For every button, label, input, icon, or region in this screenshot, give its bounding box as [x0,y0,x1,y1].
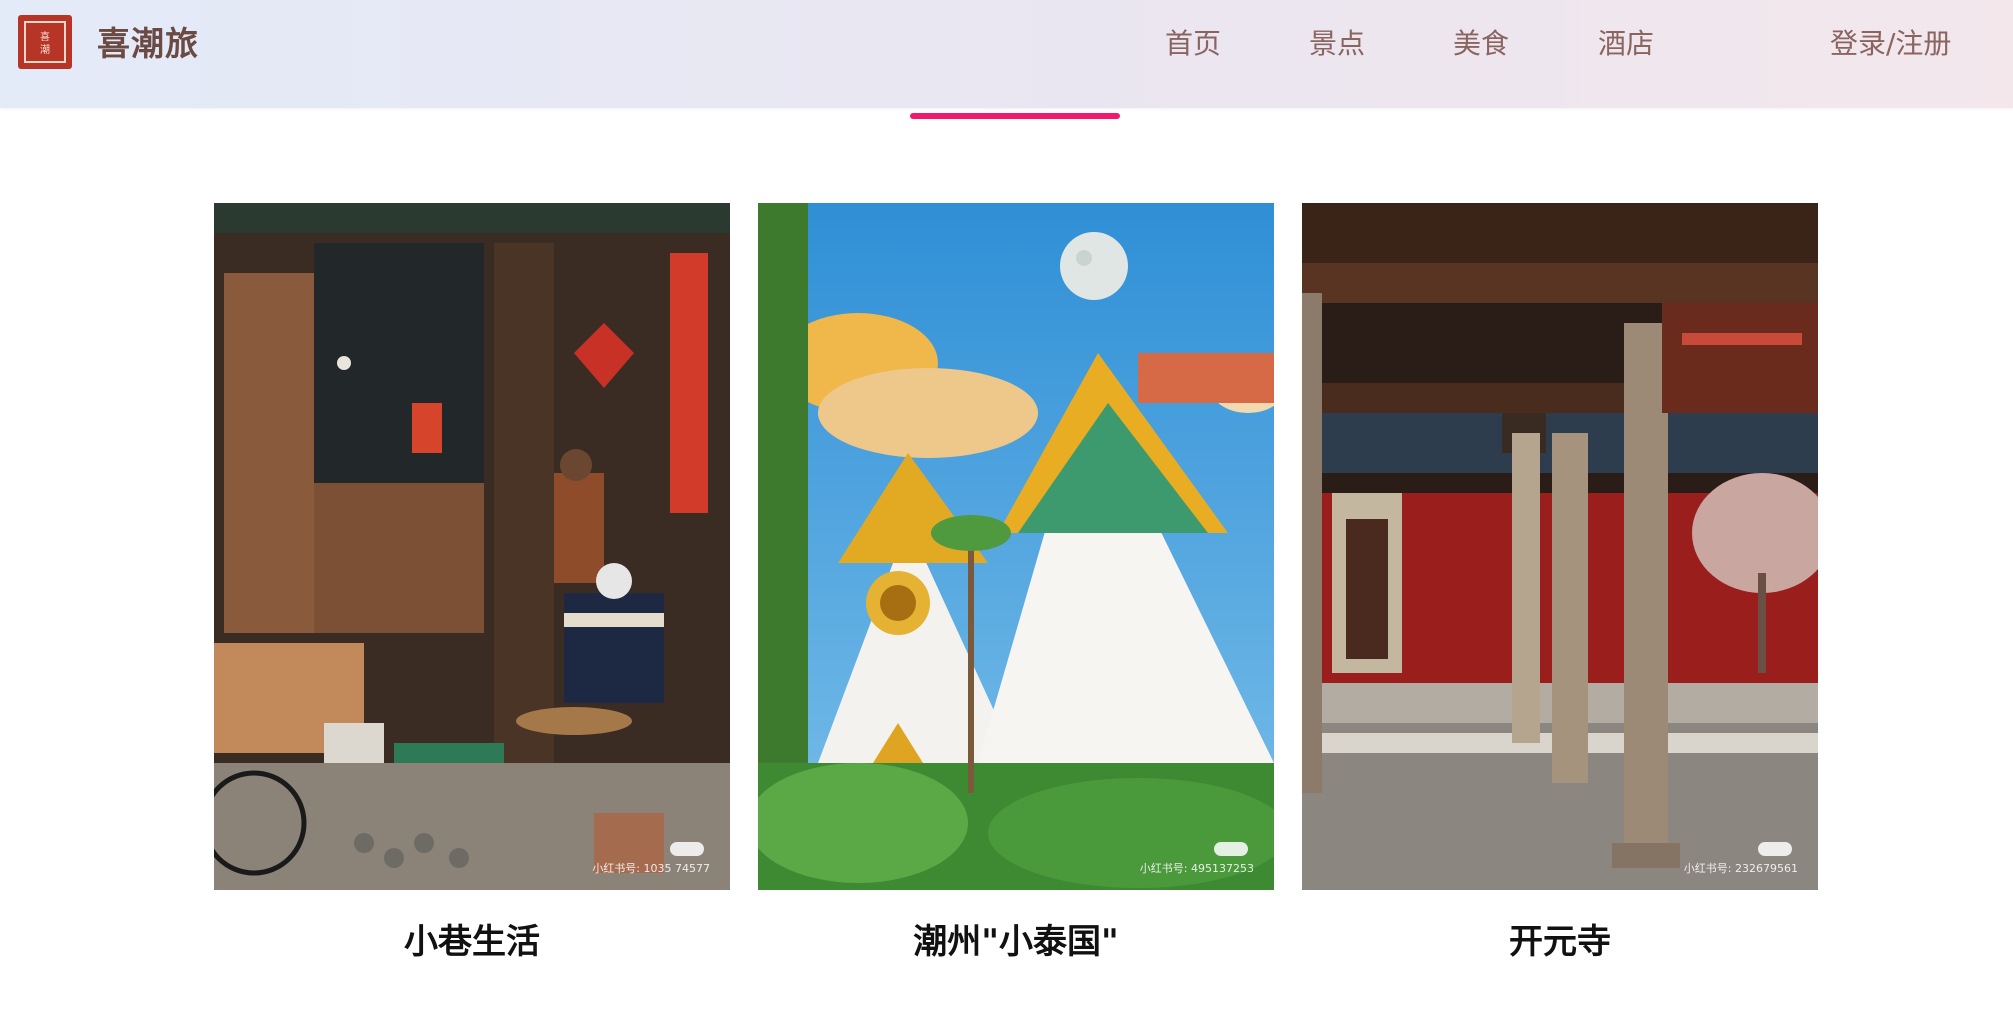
carousel-active-indicator [910,113,1120,119]
watermark-logo-icon [1214,842,1248,856]
destination-card-alley[interactable]: 小红书号: 1035 74577 小巷生活 [214,203,730,964]
photo-watermark: 小红书号: 1035 74577 [592,862,710,875]
card-title[interactable]: 潮州"小泰国" [758,920,1274,964]
photo-watermark: 小红书号: 232679561 [1683,862,1798,875]
top-navbar: 喜 潮 喜潮旅 首页 景点 美食 酒店 登录/注册 [0,0,2013,108]
nav-item-attractions[interactable]: 景点 [1309,22,1365,66]
svg-text:潮: 潮 [40,43,50,56]
destination-card-thai-temple[interactable]: 小红书号: 495137253 潮州"小泰国" [758,203,1274,964]
alley-craftsman-photo[interactable]: 小红书号: 1035 74577 [214,203,730,890]
photo-watermark: 小红书号: 495137253 [1139,862,1254,875]
logo-seal-icon[interactable]: 喜 潮 [18,15,72,69]
svg-text:喜: 喜 [40,30,50,43]
login-register-link[interactable]: 登录/注册 [1830,22,1951,66]
card-title[interactable]: 开元寺 [1302,920,1818,964]
watermark-logo-icon [670,842,704,856]
nav-item-home[interactable]: 首页 [1165,22,1221,66]
destination-card-kaiyuan-temple[interactable]: 小红书号: 232679561 开元寺 [1302,203,1818,964]
temple-corridor-photo[interactable]: 小红书号: 232679561 [1302,203,1818,890]
watermark-logo-icon [1758,842,1792,856]
card-title[interactable]: 小巷生活 [214,920,730,964]
nav-item-food[interactable]: 美食 [1453,22,1509,66]
nav-item-hotels[interactable]: 酒店 [1598,22,1654,66]
brand-name[interactable]: 喜潮旅 [97,22,199,66]
thai-temple-photo[interactable]: 小红书号: 495137253 [758,203,1274,890]
